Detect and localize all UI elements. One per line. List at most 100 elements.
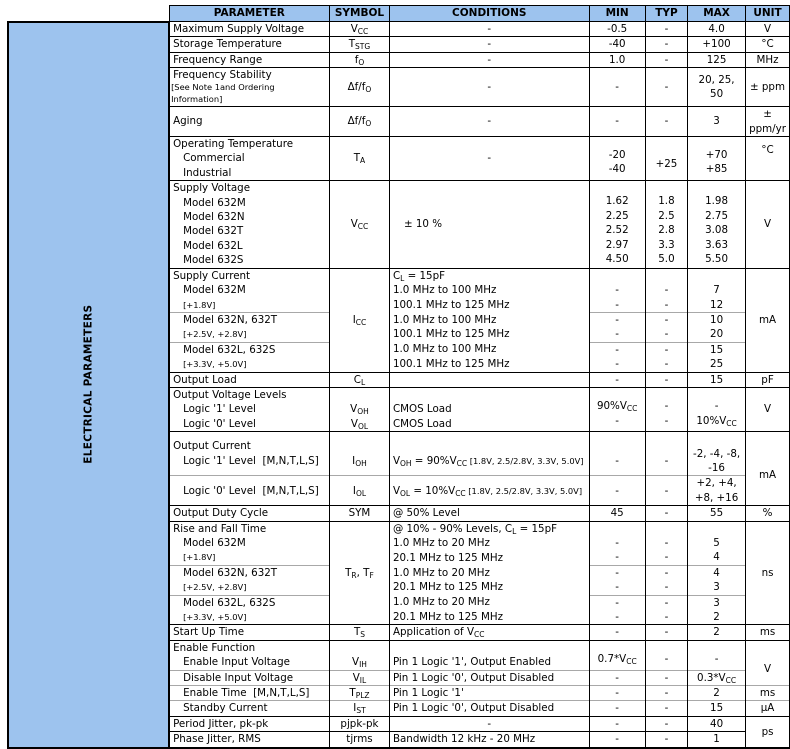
symbol-cell: CL <box>329 371 390 388</box>
typ-cell: - <box>644 685 689 701</box>
model-voltage: [+3.3V, +5.0V] <box>183 359 247 370</box>
max-cell: 15 <box>687 371 747 388</box>
unit-cell: pF <box>745 371 790 388</box>
unit-cell: °C <box>745 36 790 53</box>
model-label: Model 632M <box>183 284 246 297</box>
model-voltage: [+2.5V, +2.8V] <box>183 329 247 340</box>
param-label: Enable Function <box>173 641 256 654</box>
typ-cell: - <box>644 715 689 732</box>
unit-cell: V <box>745 639 790 686</box>
max-cell: 10 20 <box>687 311 747 343</box>
unit-cell: ns <box>745 520 790 625</box>
param-cell: Output Voltage Levels Logic '1' Level Lo… <box>168 386 331 432</box>
param-cell: Output Load <box>168 371 331 388</box>
model-label: Model 632N <box>183 211 245 224</box>
electrical-parameters-table-container: PARAMETER SYMBOL CONDITIONS MIN TYP MAX … <box>6 5 790 749</box>
min-cell: -0.5 <box>588 20 646 37</box>
max-cell: 2 <box>687 624 747 641</box>
unit-cell: ms <box>745 685 790 701</box>
symbol-cell: TSTG <box>329 36 390 53</box>
param-cell: Supply Voltage Model 632M Model 632N Mod… <box>168 180 331 269</box>
symbol-cell: tjrms <box>329 731 390 749</box>
conditions-cell: - <box>388 106 590 137</box>
header-spacer <box>8 5 170 22</box>
conditions-cell: Pin 1 Logic '0', Output Disabled <box>388 669 590 686</box>
symbol-cell: VIL <box>329 669 390 686</box>
typ-cell: - <box>644 20 689 37</box>
max-cell: 55 <box>687 505 747 522</box>
param-label: Supply Current <box>173 269 251 282</box>
min-cell: - <box>588 624 646 641</box>
min-cell: -- <box>588 267 646 313</box>
param-cell: Supply Current Model 632M [+1.8V] <box>168 267 331 313</box>
max-cell: 54 <box>687 520 747 566</box>
param-cell: Frequency Range <box>168 51 331 68</box>
param-cell: Enable Time [M,N,T,L,S] <box>168 685 331 701</box>
min-cell: 90%VCC - <box>588 386 646 432</box>
param-label: Operating Temperature <box>173 138 294 151</box>
param-cell: Output Current Logic '1' Level [M,N,T,L,… <box>168 431 331 476</box>
param-sub-label: Commercial <box>183 152 245 165</box>
min-cell: -- <box>588 311 646 343</box>
conditions-cell: Pin 1 Logic '1', Output Enabled <box>388 639 590 671</box>
param-sub-label: Enable Input Voltage <box>183 656 290 669</box>
conditions-cell: 1.0 MHz to 100 MHz 100.1 MHz to 125 MHz <box>388 312 590 343</box>
header-max: MAX <box>687 5 747 22</box>
symbol-cell: TA <box>329 136 390 181</box>
model-label: Model 632L <box>183 239 243 252</box>
header-unit: UNIT <box>745 5 790 22</box>
unit-cell: ± ppm/yr <box>745 106 790 137</box>
min-cell: - <box>588 475 646 506</box>
param-label: Supply Voltage <box>173 182 251 195</box>
table-header-row: PARAMETER SYMBOL CONDITIONS MIN TYP MAX … <box>8 5 790 22</box>
typ-cell: - <box>644 505 689 522</box>
typ-cell: -- <box>644 564 689 596</box>
unit-cell: °C <box>745 136 790 181</box>
conditions-cell: CL = 15pF 1.0 MHz to 100 MHz 100.1 MHz t… <box>388 267 590 313</box>
param-cell: Model 632L, 632S [+3.3V, +5.0V] <box>168 594 331 625</box>
conditions-cell: @ 10% - 90% Levels, CL = 15pF 1.0 MHz to… <box>388 520 590 566</box>
conditions-cell: @ 50% Level <box>388 505 590 522</box>
param-cell: Enable Function Enable Input Voltage <box>168 639 331 671</box>
conditions-cell <box>388 371 590 388</box>
max-cell: 1 <box>687 731 747 749</box>
symbol-cell: VCC <box>329 20 390 37</box>
param-label: Output Voltage Levels <box>173 388 287 401</box>
unit-cell: mA <box>745 267 790 373</box>
max-cell: 40 <box>687 715 747 732</box>
conditions-cell: VOH = 90%VCC [1.8V, 2.5/2.8V, 3.3V, 5.0V… <box>388 431 590 476</box>
param-cell: Phase Jitter, RMS <box>168 731 331 749</box>
conditions-cell: - <box>388 20 590 37</box>
conditions-cell: 1.0 MHz to 100 MHz 100.1 MHz to 125 MHz <box>388 342 590 373</box>
max-cell: 2 <box>687 685 747 701</box>
symbol-cell: VIH <box>329 639 390 671</box>
max-cell: +70 +85 <box>687 136 747 181</box>
conditions-cell: Bandwidth 12 kHz - 20 MHz <box>388 731 590 749</box>
symbol-cell: ICC <box>329 267 390 373</box>
model-label: Model 632M <box>183 537 246 549</box>
model-label: Model 632L, 632S <box>183 596 276 609</box>
min-cell: - <box>588 731 646 749</box>
symbol-cell: pjpk-pk <box>329 715 390 732</box>
max-cell: +2, +4, +8, +16 <box>687 475 747 506</box>
param-cell: Model 632N, 632T [+2.5V, +2.8V] <box>168 311 331 343</box>
typ-cell: - <box>644 431 689 476</box>
model-voltage: [+1.8V] <box>183 552 216 563</box>
unit-cell: MHz <box>745 51 790 68</box>
symbol-cell: Δf/fO <box>329 106 390 137</box>
max-cell: 15 <box>687 700 747 717</box>
typ-cell: -- <box>644 520 689 566</box>
header-symbol: SYMBOL <box>329 5 390 22</box>
param-sub-label: Logic '0' Level <box>183 417 256 430</box>
typ-cell: - <box>644 669 689 686</box>
param-sub-label: Industrial <box>183 166 232 179</box>
param-cell: Maximum Supply Voltage <box>168 20 331 37</box>
model-voltage: [+3.3V, +5.0V] <box>183 612 247 623</box>
min-cell: - <box>588 431 646 476</box>
unit-cell: V <box>745 180 790 269</box>
symbol-cell: TS <box>329 624 390 641</box>
header-parameter: PARAMETER <box>168 5 331 22</box>
unit-cell: V <box>745 20 790 37</box>
conditions-cell: 1.0 MHz to 20 MHz 20.1 MHz to 125 MHz <box>388 565 590 596</box>
model-label: Model 632L, 632S <box>183 343 276 356</box>
